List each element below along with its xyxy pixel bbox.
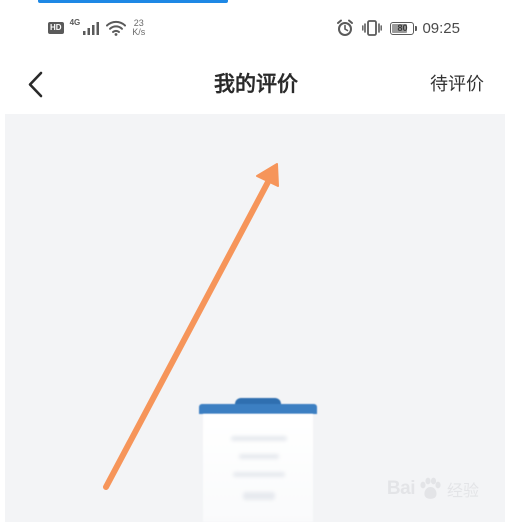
- status-bar: HD 4G 23 K/s 80 09:25: [0, 0, 512, 56]
- paw-icon: [420, 477, 441, 499]
- paper-line: [233, 472, 285, 477]
- vibrate-icon: [362, 20, 383, 36]
- network-speed-unit: K/s: [132, 27, 146, 37]
- clock: 09:25: [422, 19, 460, 37]
- watermark-logo-text: Bai: [386, 478, 416, 499]
- battery-level: 80: [397, 23, 408, 33]
- signal-icon: [83, 22, 100, 35]
- alarm-icon: [337, 19, 354, 36]
- clipboard-header: [199, 404, 317, 414]
- status-right: 80 09:25: [336, 16, 460, 40]
- paper-line: [239, 454, 279, 459]
- status-left: HD 4G 23 K/s: [48, 16, 145, 40]
- network-speed: 23 K/s: [132, 19, 145, 37]
- paper-line: [231, 436, 287, 441]
- wifi-icon: [106, 20, 127, 36]
- hd-badge: HD: [48, 22, 64, 34]
- pending-review-button[interactable]: 待评价: [430, 70, 484, 96]
- watermark-logo-suffix: 经验: [446, 481, 479, 500]
- title-bar: 我的评价 待评价: [0, 56, 512, 112]
- paper-line: [243, 492, 275, 500]
- content-area: Bai 经验: [5, 114, 505, 522]
- battery-icon: 80: [390, 21, 418, 35]
- empty-clipboard-icon: [199, 396, 317, 522]
- network-generation: 4G: [69, 18, 81, 27]
- clipboard-paper: [203, 414, 313, 522]
- watermark: Bai 经验: [387, 476, 479, 502]
